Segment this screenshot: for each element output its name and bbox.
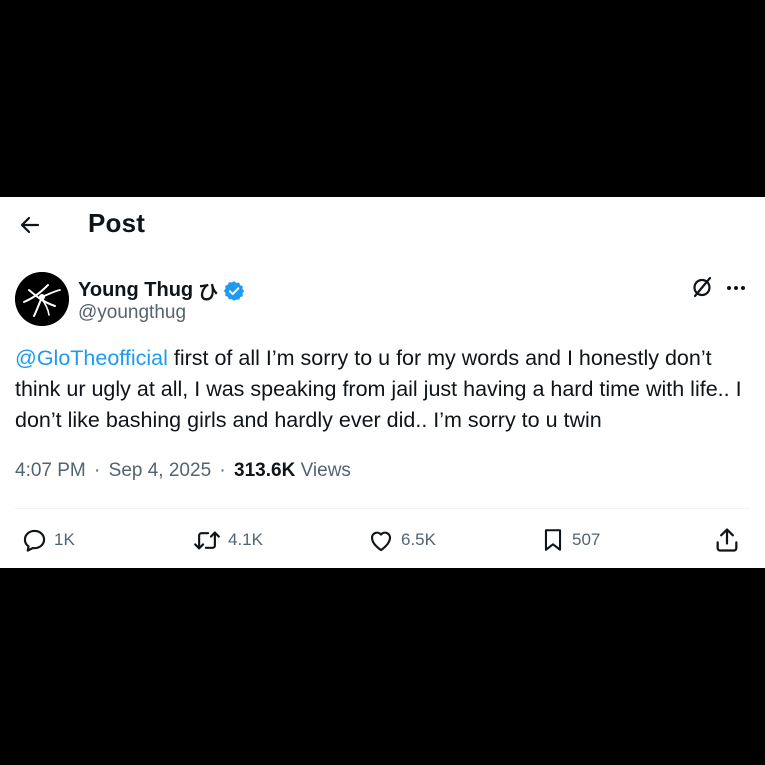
bookmark-button[interactable]: 507 xyxy=(540,526,600,554)
avatar[interactable] xyxy=(15,272,69,326)
tweet-text: @GloTheofficial first of all I’m sorry t… xyxy=(15,343,750,436)
like-icon xyxy=(370,531,392,551)
more-icon xyxy=(727,286,745,290)
reply-button[interactable]: 1K xyxy=(21,526,75,554)
repost-icon xyxy=(194,531,220,549)
author-handle[interactable]: @youngthug xyxy=(78,302,186,324)
display-name[interactable]: Young Thug xyxy=(78,279,193,302)
like-count: 6.5K xyxy=(401,530,436,549)
reply-count: 1K xyxy=(54,530,75,549)
tweet-time[interactable]: 4:07 PM xyxy=(15,460,86,481)
mention-link[interactable]: @GloTheofficial xyxy=(15,346,168,370)
page-title: Post xyxy=(88,208,146,238)
action-bar: 1K 4.1K 6.5K 507 xyxy=(0,520,765,560)
post-card: Post Young Thug ひ @youngthug @GloTheoffi… xyxy=(0,197,765,568)
share-button[interactable] xyxy=(713,526,741,554)
more-options-button[interactable] xyxy=(722,276,750,300)
meta-separator: · xyxy=(94,460,101,481)
name-emoji: ひ xyxy=(198,280,219,304)
share-icon xyxy=(716,528,738,552)
grok-icon xyxy=(693,276,712,298)
repost-count: 4.1K xyxy=(228,530,263,549)
back-arrow-icon xyxy=(20,216,40,234)
repost-button[interactable]: 4.1K xyxy=(192,526,263,554)
reply-icon xyxy=(23,529,46,552)
back-button[interactable] xyxy=(14,209,46,241)
grok-button[interactable] xyxy=(688,275,716,299)
bookmark-count: 507 xyxy=(572,530,601,549)
verified-badge-icon[interactable] xyxy=(223,280,245,302)
like-button[interactable]: 6.5K xyxy=(367,526,436,554)
post-header: Post xyxy=(0,197,765,253)
views-count[interactable]: 313.6K xyxy=(234,460,295,481)
author-name-row: Young Thug ひ xyxy=(78,276,245,305)
divider xyxy=(15,508,750,509)
views-label[interactable]: Views xyxy=(301,460,351,481)
tweet-meta: 4:07 PM · Sep 4, 2025 · 313.6K Views xyxy=(15,460,351,482)
meta-separator: · xyxy=(219,460,226,481)
avatar-logo-icon xyxy=(15,272,69,326)
tweet-date[interactable]: Sep 4, 2025 xyxy=(109,460,211,481)
bookmark-icon xyxy=(544,529,562,551)
